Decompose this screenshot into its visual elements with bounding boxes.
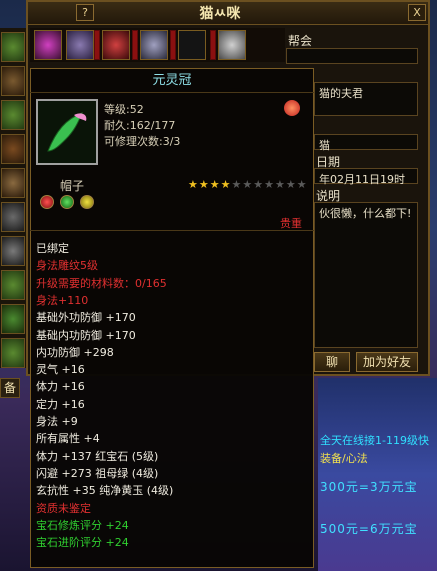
attribute-line: 资质未鉴定 <box>36 501 91 515</box>
star-rating: ★★★★★★★★★★★ <box>188 178 308 191</box>
slot-divider <box>94 30 100 60</box>
slot-divider <box>132 30 138 60</box>
star-empty-icon: ★ <box>296 178 308 191</box>
chat-button[interactable]: 聊 <box>314 352 350 372</box>
item-slot-type: 帽子 <box>60 179 85 193</box>
emerald-gem-icon <box>60 195 74 209</box>
star-empty-icon: ★ <box>242 178 254 191</box>
slot-divider <box>170 30 176 60</box>
flame-icon <box>284 100 300 116</box>
attribute-line: 灵气 +16 <box>36 363 85 377</box>
guild-label: 帮会 <box>288 34 313 48</box>
desc-field: 伙很懒，什么都下! <box>314 202 418 348</box>
item-level: 等级:52 <box>104 103 144 116</box>
attribute-line: 体力 +16 <box>36 380 85 394</box>
name-field: 猫 <box>314 134 418 152</box>
guild-field <box>286 48 418 64</box>
scene-text-1: 全天在线接1-119级快 <box>320 434 429 447</box>
skill-icon[interactable] <box>1 338 25 368</box>
attribute-line: 闪避 +273 祖母绿 (4级) <box>36 466 159 480</box>
close-button[interactable]: X <box>408 4 426 21</box>
game-scene-area <box>318 378 437 571</box>
skill-icon[interactable] <box>1 202 25 232</box>
skill-icon[interactable] <box>1 134 25 164</box>
left-tab-equip[interactable]: 备 <box>0 378 20 398</box>
star-filled-icon: ★ <box>198 178 210 191</box>
attribute-line: 体力 +137 红宝石 (5级) <box>36 449 159 463</box>
star-filled-icon: ★ <box>209 178 221 191</box>
attribute-line: 身法 +9 <box>36 415 78 428</box>
attribute-line: 基础外功防御 +170 <box>36 311 136 325</box>
tooltip-divider <box>30 230 314 231</box>
item-repairs: 可修理次数:3/3 <box>104 135 181 148</box>
attribute-line: 身法+110 <box>36 293 89 307</box>
star-filled-icon: ★ <box>220 178 232 191</box>
spouse-field: 猫的夫君 <box>314 82 418 116</box>
star-empty-icon: ★ <box>275 178 286 191</box>
skill-icon[interactable] <box>1 236 25 266</box>
equip-slot-armor-icon[interactable] <box>66 30 94 60</box>
equip-slot-weapon-icon[interactable] <box>140 30 168 60</box>
attribute-line: 宝石修炼评分 +24 <box>36 518 129 532</box>
item-durability: 耐久:162/177 <box>104 119 176 132</box>
topaz-gem-icon <box>80 195 94 209</box>
attribute-line: 升级需要的材料数：0/165 <box>36 276 167 290</box>
attribute-line: 玄抗性 +35 纯净黄玉 (4级) <box>36 484 174 498</box>
equip-slot-empty[interactable] <box>178 30 206 60</box>
skill-icon[interactable] <box>1 32 25 62</box>
left-skill-bar <box>0 28 26 368</box>
attribute-line: 内功防御 +298 <box>36 345 114 359</box>
scene-text-3: 300元=3万元宝 <box>320 480 418 494</box>
attribute-line: 已绑定 <box>36 242 69 255</box>
star-filled-icon: ★ <box>188 178 199 191</box>
equip-slot-necklace-icon[interactable] <box>34 30 62 60</box>
slot-divider <box>210 30 216 60</box>
star-empty-icon: ★ <box>264 178 275 191</box>
skill-icon[interactable] <box>1 168 25 198</box>
helmet-item-icon <box>36 99 98 165</box>
attribute-line: 所有属性 +4 <box>36 432 100 446</box>
star-empty-icon: ★ <box>253 178 265 191</box>
item-name: 元灵冠 <box>30 70 314 93</box>
attribute-line: 身法雕纹5级 <box>36 259 98 273</box>
valuable-label: 贵重 <box>280 217 302 230</box>
star-empty-icon: ★ <box>231 178 243 191</box>
attribute-line: 基础内功防御 +170 <box>36 328 136 342</box>
window-title: 猫ㅆ咪 <box>199 6 241 22</box>
ruby-gem-icon <box>40 195 54 209</box>
skill-icon[interactable] <box>1 100 25 130</box>
attribute-line: 宝石进阶评分 +24 <box>36 536 129 550</box>
scene-text-2: 装备/心法 <box>320 452 368 465</box>
equip-slot-shoulder-icon[interactable] <box>218 30 246 60</box>
equipment-slot-row <box>30 28 285 62</box>
scene-text-4: 500元=6万元宝 <box>320 522 418 536</box>
skill-icon[interactable] <box>1 304 25 334</box>
equip-slot-pendant-icon[interactable] <box>102 30 130 60</box>
skill-icon[interactable] <box>1 66 25 96</box>
date-field: 年02月11日19时 <box>314 168 418 186</box>
skill-icon[interactable] <box>1 270 25 300</box>
add-friend-button[interactable]: 加为好友 <box>356 352 418 372</box>
attribute-line: 定力 +16 <box>36 397 85 411</box>
star-empty-icon: ★ <box>285 178 297 191</box>
